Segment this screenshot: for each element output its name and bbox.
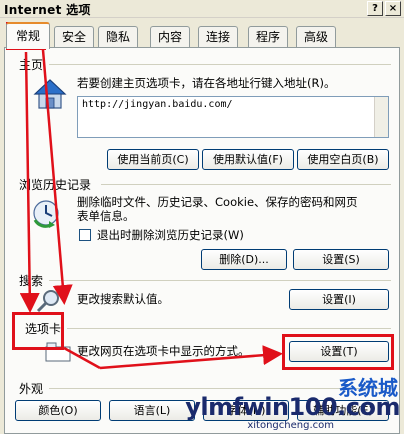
arrow-label-segment [63, 346, 101, 370]
arrow-label-to-button [99, 345, 283, 370]
annotation-arrows [19, 37, 283, 370]
watermark-brand: 系统城 [338, 376, 398, 400]
watermark-subtext: xitongcheng.com [247, 420, 334, 431]
arrow-tab-to-section [19, 51, 40, 313]
arrow-tab-to-label [40, 37, 73, 305]
tab-general[interactable]: 常规 [6, 22, 50, 49]
